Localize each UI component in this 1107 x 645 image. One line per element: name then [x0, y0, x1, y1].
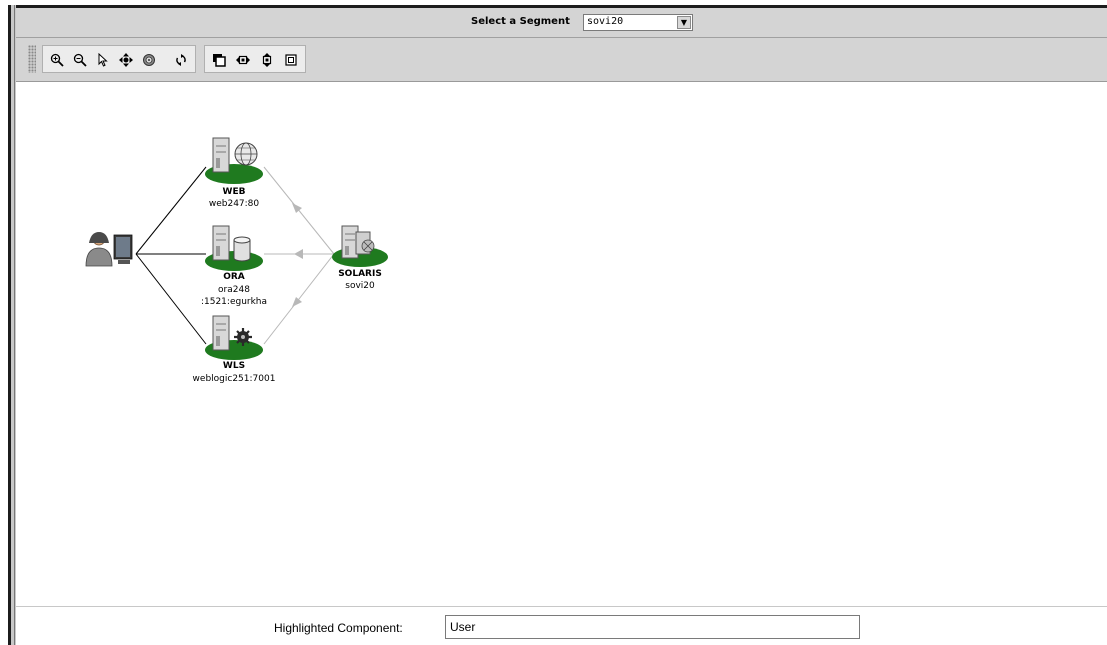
toolbar-grip[interactable]: [28, 45, 36, 73]
node-wls-host: weblogic251:7001: [193, 374, 276, 384]
node-web[interactable]: WEB web247:80: [205, 137, 263, 209]
overview-button[interactable]: [209, 50, 229, 70]
pan-button[interactable]: [116, 50, 136, 70]
zoom-out-button[interactable]: [70, 50, 90, 70]
highlighted-component-label: Highlighted Component:: [274, 621, 403, 635]
refresh-button[interactable]: [171, 50, 191, 70]
node-web-title: WEB: [223, 187, 246, 197]
dependency-arrow-web: [292, 203, 302, 213]
window-frame-left: [8, 5, 16, 645]
overview-icon: [213, 54, 226, 67]
horizontal-layout-button[interactable]: [233, 50, 253, 70]
fit-icon: [143, 54, 155, 66]
node-ora[interactable]: ORA ora248 :1521:egurkha: [201, 225, 267, 307]
segment-bar: Select a Segment sovi20 ▼: [16, 8, 1107, 38]
chevron-down-icon[interactable]: ▼: [677, 16, 691, 29]
segment-label: Select a Segment: [471, 16, 570, 27]
user-node[interactable]: [85, 232, 133, 267]
toolbar-group-navigation: [42, 45, 196, 73]
vertical-layout-button[interactable]: [257, 50, 277, 70]
dependency-arrow-wls: [292, 297, 302, 307]
refresh-icon: [176, 54, 186, 66]
topology-canvas[interactable]: WEB web247:80 ORA ora248 :1521:egurkha W…: [16, 82, 1107, 606]
node-web-host: web247:80: [209, 199, 260, 209]
highlighted-component-field[interactable]: User: [445, 615, 860, 639]
topology-graph: WEB web247:80 ORA ora248 :1521:egurkha W…: [85, 137, 388, 384]
node-ora-host: ora248: [218, 285, 250, 295]
select-pointer-icon: [98, 53, 108, 67]
node-ora-title: ORA: [223, 272, 245, 282]
solaris-host-icon: [341, 225, 375, 259]
dependency-solaris-wls: [263, 253, 335, 345]
status-bar: Highlighted Component: User: [16, 606, 1107, 645]
toolbar-group-layout: [204, 45, 306, 73]
toolbar: [16, 38, 1107, 82]
segment-select-value: sovi20: [587, 16, 624, 27]
node-solaris-title: SOLARIS: [338, 269, 382, 279]
link-user-web: [135, 166, 207, 255]
node-wls[interactable]: WLS weblogic251:7001: [193, 315, 276, 384]
select-button[interactable]: [93, 50, 113, 70]
horizontal-layout-icon: [236, 55, 250, 65]
fit-button[interactable]: [139, 50, 159, 70]
layout-icon: [285, 54, 297, 66]
node-solaris-host: sovi20: [345, 281, 375, 291]
user-links: [135, 166, 207, 345]
dependency-links: [263, 166, 335, 345]
dependency-arrow-ora: [294, 249, 303, 259]
layout-button[interactable]: [281, 50, 301, 70]
user-computer-icon: [85, 232, 133, 267]
zoom-in-button[interactable]: [47, 50, 67, 70]
node-solaris[interactable]: SOLARIS sovi20: [332, 225, 388, 291]
node-ora-port: :1521:egurkha: [201, 297, 267, 307]
zoom-out-icon: [73, 53, 87, 67]
link-user-wls: [135, 253, 207, 345]
segment-select[interactable]: sovi20 ▼: [583, 14, 693, 31]
node-wls-title: WLS: [223, 361, 245, 371]
vertical-layout-icon: [262, 53, 272, 67]
zoom-in-icon: [50, 53, 64, 67]
pan-icon: [119, 53, 133, 67]
